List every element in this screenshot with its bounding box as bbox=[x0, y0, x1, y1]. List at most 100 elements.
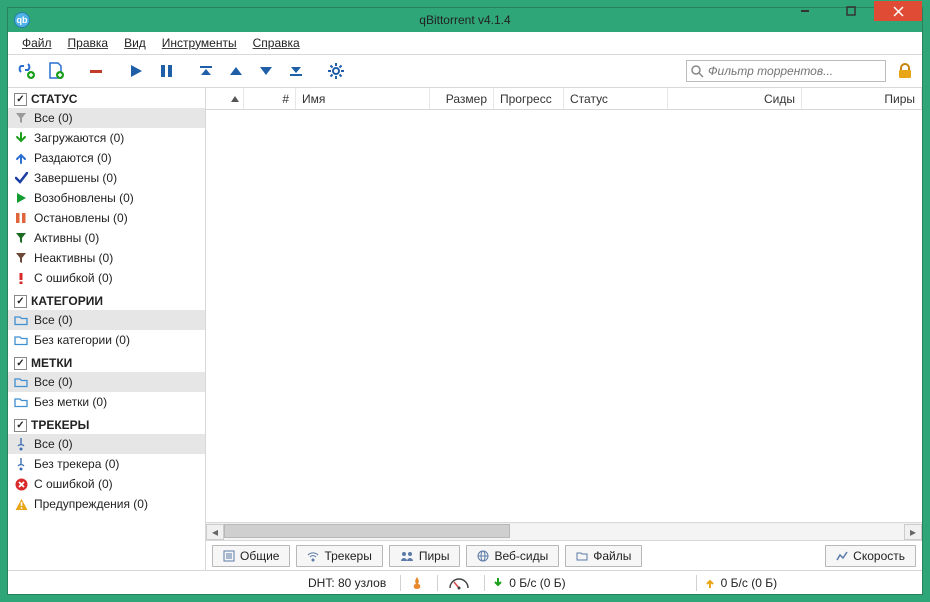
status-up[interactable]: 0 Б/с (0 Б) bbox=[705, 576, 777, 590]
sidebar-item-categories-1[interactable]: Без категории (0) bbox=[8, 330, 205, 350]
sidebar-item-status-2[interactable]: Раздаются (0) bbox=[8, 148, 205, 168]
funnel-icon bbox=[14, 251, 28, 265]
col-progress[interactable]: Прогресс bbox=[494, 88, 564, 109]
menubar: Файл Правка Вид Инструменты Справка bbox=[8, 32, 922, 54]
sidebar-item-trackers-2[interactable]: С ошибкой (0) bbox=[8, 474, 205, 494]
lock-button[interactable] bbox=[892, 58, 918, 84]
add-file-button[interactable] bbox=[42, 57, 70, 85]
search-icon bbox=[691, 65, 704, 78]
move-down-button[interactable] bbox=[252, 57, 280, 85]
scroll-track[interactable] bbox=[224, 524, 904, 540]
sidebar-item-label: Раздаются (0) bbox=[34, 150, 112, 166]
sidebar-item-status-7[interactable]: Неактивны (0) bbox=[8, 248, 205, 268]
sidebar-item-status-0[interactable]: Все (0) bbox=[8, 108, 205, 128]
move-up-button[interactable] bbox=[222, 57, 250, 85]
sidebar-item-status-5[interactable]: Остановлены (0) bbox=[8, 208, 205, 228]
down-icon bbox=[493, 577, 503, 589]
status-dht[interactable]: DHT: 80 узлов bbox=[308, 576, 386, 590]
sidebar-item-labels-1[interactable]: Без метки (0) bbox=[8, 392, 205, 412]
sidebar-item-label: Все (0) bbox=[34, 312, 73, 328]
error-icon bbox=[14, 271, 28, 285]
sidebar-item-label: Возобновлены (0) bbox=[34, 190, 134, 206]
col-peers[interactable]: Пиры bbox=[802, 88, 922, 109]
sidebar-item-label: Все (0) bbox=[34, 436, 73, 452]
sidebar-item-labels-0[interactable]: Все (0) bbox=[8, 372, 205, 392]
add-link-button[interactable] bbox=[12, 57, 40, 85]
pause-button[interactable] bbox=[152, 57, 180, 85]
sidebar-item-label: Без трекера (0) bbox=[34, 456, 119, 472]
move-top-button[interactable] bbox=[192, 57, 220, 85]
move-bottom-button[interactable] bbox=[282, 57, 310, 85]
minimize-button[interactable] bbox=[782, 1, 828, 21]
sidebar-item-label: Все (0) bbox=[34, 374, 73, 390]
menu-tools[interactable]: Инструменты bbox=[154, 34, 245, 52]
tab-general[interactable]: Общие bbox=[212, 545, 290, 567]
titlebar[interactable]: qb qBittorrent v4.1.4 bbox=[8, 8, 922, 32]
statusbar: DHT: 80 узлов 0 Б/с (0 Б) 0 Б/с (0 Б) bbox=[8, 570, 922, 594]
maximize-button[interactable] bbox=[828, 1, 874, 21]
search-input[interactable] bbox=[708, 64, 881, 78]
search-box[interactable] bbox=[686, 60, 886, 82]
col-size[interactable]: Размер bbox=[430, 88, 494, 109]
remove-button[interactable] bbox=[82, 57, 110, 85]
resume-button[interactable] bbox=[122, 57, 150, 85]
tracker-icon bbox=[307, 550, 319, 562]
checkbox-icon[interactable]: ✓ bbox=[14, 295, 27, 308]
bottom-tabs: Общие Трекеры Пиры Веб-сиды Файлы Скорос… bbox=[206, 540, 922, 570]
menu-edit[interactable]: Правка bbox=[60, 34, 117, 52]
col-seeds[interactable]: Сиды bbox=[668, 88, 802, 109]
play-icon bbox=[14, 191, 28, 205]
col-sort[interactable] bbox=[206, 88, 244, 109]
settings-button[interactable] bbox=[322, 57, 350, 85]
sidebar-item-trackers-0[interactable]: Все (0) bbox=[8, 434, 205, 454]
sidebar-item-label: Завершены (0) bbox=[34, 170, 117, 186]
sidebar-item-status-3[interactable]: Завершены (0) bbox=[8, 168, 205, 188]
sidebar-item-status-6[interactable]: Активны (0) bbox=[8, 228, 205, 248]
status-down[interactable]: 0 Б/с (0 Б) bbox=[493, 576, 565, 590]
tab-speed[interactable]: Скорость bbox=[825, 545, 916, 567]
grid-header: # Имя Размер Прогресс Статус Сиды Пиры bbox=[206, 88, 922, 110]
tab-peers[interactable]: Пиры bbox=[389, 545, 461, 567]
sidebar-header-labels[interactable]: ✓МЕТКИ bbox=[8, 354, 205, 372]
sidebar-item-trackers-3[interactable]: Предупреждения (0) bbox=[8, 494, 205, 514]
menu-help[interactable]: Справка bbox=[245, 34, 308, 52]
sidebar-item-status-8[interactable]: С ошибкой (0) bbox=[8, 268, 205, 288]
sidebar-header-trackers[interactable]: ✓ТРЕКЕРЫ bbox=[8, 416, 205, 434]
sidebar-item-label: Неактивны (0) bbox=[34, 250, 113, 266]
sidebar-item-label: С ошибкой (0) bbox=[34, 476, 113, 492]
sidebar-item-trackers-1[interactable]: Без трекера (0) bbox=[8, 454, 205, 474]
sidebar-item-label: Активны (0) bbox=[34, 230, 99, 246]
scroll-right[interactable]: ▸ bbox=[904, 524, 922, 540]
horizontal-scrollbar[interactable]: ◂ ▸ bbox=[206, 522, 922, 540]
sidebar-item-categories-0[interactable]: Все (0) bbox=[8, 310, 205, 330]
scroll-thumb[interactable] bbox=[224, 524, 510, 538]
sidebar-item-status-4[interactable]: Возобновлены (0) bbox=[8, 188, 205, 208]
menu-view[interactable]: Вид bbox=[116, 34, 154, 52]
grid-body[interactable] bbox=[206, 110, 922, 522]
info-icon bbox=[223, 550, 235, 562]
toolbar bbox=[8, 54, 922, 88]
checkbox-icon[interactable]: ✓ bbox=[14, 357, 27, 370]
folder-icon bbox=[14, 395, 28, 409]
col-num[interactable]: # bbox=[244, 88, 296, 109]
flame-icon[interactable] bbox=[411, 576, 423, 590]
col-name[interactable]: Имя bbox=[296, 88, 430, 109]
sidebar-item-status-1[interactable]: Загружаются (0) bbox=[8, 128, 205, 148]
tab-webseeds[interactable]: Веб-сиды bbox=[466, 545, 559, 567]
sidebar-item-label: Предупреждения (0) bbox=[34, 496, 148, 512]
sidebar-header-categories[interactable]: ✓КАТЕГОРИИ bbox=[8, 292, 205, 310]
col-status[interactable]: Статус bbox=[564, 88, 668, 109]
tab-trackers[interactable]: Трекеры bbox=[296, 545, 382, 567]
sidebar-item-label: Остановлены (0) bbox=[34, 210, 128, 226]
sidebar-header-status[interactable]: ✓СТАТУС bbox=[8, 90, 205, 108]
menu-file[interactable]: Файл bbox=[14, 34, 60, 52]
tab-files[interactable]: Файлы bbox=[565, 545, 642, 567]
close-button[interactable] bbox=[874, 1, 922, 21]
down-icon bbox=[14, 131, 28, 145]
checkbox-icon[interactable]: ✓ bbox=[14, 93, 27, 106]
gauge-icon[interactable] bbox=[448, 576, 470, 590]
pause-icon bbox=[14, 211, 28, 225]
checkbox-icon[interactable]: ✓ bbox=[14, 419, 27, 432]
chart-icon bbox=[836, 550, 848, 562]
scroll-left[interactable]: ◂ bbox=[206, 524, 224, 540]
